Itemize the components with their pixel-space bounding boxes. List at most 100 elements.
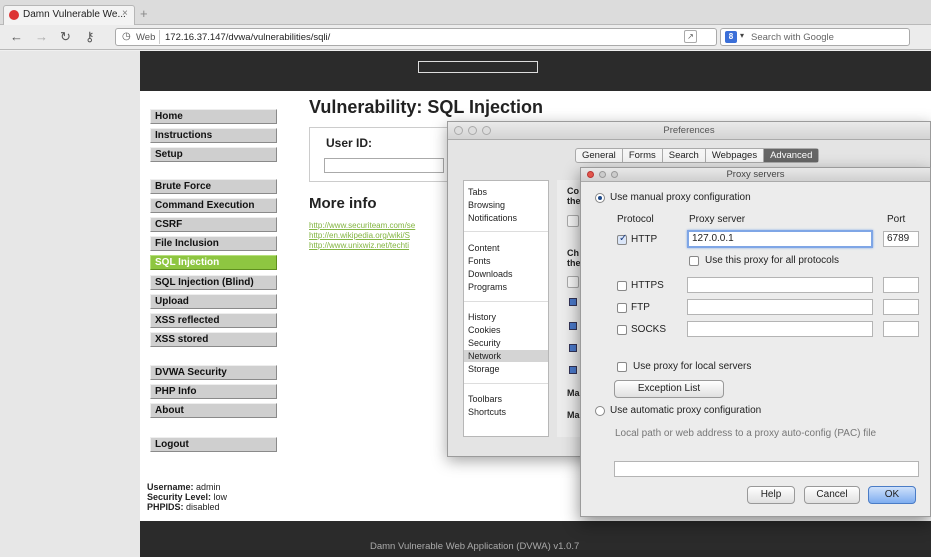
category-divider	[464, 301, 548, 302]
menu-item-instructions[interactable]: Instructions	[150, 128, 277, 143]
settings-button[interactable]	[567, 276, 579, 288]
key-icon[interactable]: ⚷	[85, 29, 95, 45]
menu-item-logout[interactable]: Logout	[150, 437, 277, 452]
ok-button[interactable]: OK	[868, 486, 916, 504]
socks-port-input[interactable]	[883, 321, 919, 337]
chevron-down-icon[interactable]: ▾	[740, 31, 744, 40]
category-security[interactable]: Security	[468, 338, 501, 348]
url-text[interactable]: 172.16.37.147/dvwa/vulnerabilities/sqli/	[165, 32, 330, 43]
http-proxy-server-input[interactable]: 127.0.0.1	[687, 230, 873, 248]
menu-item-sql-injection-blind[interactable]: SQL Injection (Blind)	[150, 275, 277, 290]
search-engine-icon[interactable]: 8	[725, 31, 737, 43]
auto-proxy-radio[interactable]	[595, 406, 605, 416]
socks-checkbox[interactable]	[617, 325, 627, 335]
all-protocols-checkbox[interactable]	[689, 256, 699, 266]
menu-item-csrf[interactable]: CSRF	[150, 217, 277, 232]
pac-url-input[interactable]	[614, 461, 919, 477]
tab-search[interactable]: Search	[663, 149, 706, 162]
menu-item-xss-stored[interactable]: XSS stored	[150, 332, 277, 347]
category-notifications[interactable]: Notifications	[468, 213, 517, 223]
user-id-form: User ID:	[309, 127, 469, 182]
search-placeholder: Search with Google	[751, 32, 834, 43]
info-link-wikipedia[interactable]: http://en.wikipedia.org/wiki/S	[309, 231, 410, 240]
auto-proxy-label: Use automatic proxy configuration	[610, 405, 762, 416]
search-input[interactable]: 8 ▾ Search with Google	[720, 28, 910, 46]
category-content[interactable]: Content	[468, 243, 500, 253]
menu-item-home[interactable]: Home	[150, 109, 277, 124]
menu-item-dvwa-security[interactable]: DVWA Security	[150, 365, 277, 380]
pac-hint-label: Local path or web address to a proxy aut…	[615, 428, 877, 439]
ftp-proxy-server-input[interactable]	[687, 299, 873, 315]
category-fonts[interactable]: Fonts	[468, 256, 491, 266]
preferences-category-list: Tabs Browsing Notifications Content Font…	[463, 180, 549, 437]
forward-arrow-icon[interactable]: →	[35, 29, 48, 44]
tab-general[interactable]: General	[576, 149, 623, 162]
browser-tab[interactable]: Damn Vulnerable We... ×	[3, 5, 135, 25]
dvwa-favicon-icon	[9, 10, 19, 20]
http-port-input[interactable]: 6789	[883, 231, 919, 247]
category-shortcuts[interactable]: Shortcuts	[468, 407, 506, 417]
category-tabs[interactable]: Tabs	[468, 187, 487, 197]
menu-item-file-inclusion[interactable]: File Inclusion	[150, 236, 277, 251]
menu-item-upload[interactable]: Upload	[150, 294, 277, 309]
https-label: HTTPS	[631, 280, 664, 291]
new-tab-icon[interactable]: +	[140, 6, 148, 21]
menu-item-command-execution[interactable]: Command Execution	[150, 198, 277, 213]
menu-item-xss-reflected[interactable]: XSS reflected	[150, 313, 277, 328]
info-link-unixwiz[interactable]: http://www.unixwiz.net/techti	[309, 241, 409, 250]
category-toolbars[interactable]: Toolbars	[468, 394, 502, 404]
settings-text-fragment: the	[567, 258, 581, 268]
user-id-label: User ID:	[326, 136, 373, 150]
http-checkbox[interactable]: ✓	[617, 233, 627, 245]
https-port-input[interactable]	[883, 277, 919, 293]
category-programs[interactable]: Programs	[468, 282, 507, 292]
url-bar[interactable]: ◷ Web 172.16.37.147/dvwa/vulnerabilities…	[115, 28, 717, 46]
category-storage[interactable]: Storage	[468, 364, 500, 374]
category-network[interactable]: Network	[468, 351, 501, 361]
settings-text-fragment: Ma	[567, 410, 580, 420]
socks-proxy-server-input[interactable]	[687, 321, 873, 337]
menu-item-php-info[interactable]: PHP Info	[150, 384, 277, 399]
settings-checkbox[interactable]	[569, 366, 577, 374]
settings-text-fragment: the	[567, 196, 581, 206]
menu-item-setup[interactable]: Setup	[150, 147, 277, 162]
share-icon[interactable]: ↗	[684, 30, 697, 43]
security-level-value: low	[213, 492, 228, 502]
settings-checkbox[interactable]	[569, 322, 577, 330]
port-column-header: Port	[887, 214, 906, 225]
ftp-port-input[interactable]	[883, 299, 919, 315]
exception-list-button[interactable]: Exception List	[614, 380, 724, 398]
https-proxy-server-input[interactable]	[687, 277, 873, 293]
menu-item-brute-force[interactable]: Brute Force	[150, 179, 277, 194]
manual-proxy-radio[interactable]	[595, 193, 605, 203]
local-servers-checkbox[interactable]	[617, 362, 627, 372]
ftp-label: FTP	[631, 302, 650, 313]
settings-checkbox[interactable]	[569, 344, 577, 352]
ftp-checkbox[interactable]	[617, 303, 627, 313]
user-id-input[interactable]	[324, 158, 444, 173]
info-link-securiteam[interactable]: http://www.securiteam.com/se	[309, 221, 415, 230]
category-history[interactable]: History	[468, 312, 496, 322]
help-button[interactable]: Help	[747, 486, 795, 504]
category-downloads[interactable]: Downloads	[468, 269, 513, 279]
https-checkbox[interactable]	[617, 281, 627, 291]
category-browsing[interactable]: Browsing	[468, 200, 505, 210]
proxy-title: Proxy servers	[726, 169, 785, 180]
tab-advanced[interactable]: Advanced	[764, 149, 819, 162]
tab-close-icon[interactable]: ×	[122, 8, 128, 19]
back-arrow-icon[interactable]: ←	[10, 29, 23, 44]
tab-webpages[interactable]: Webpages	[706, 149, 765, 162]
menu-item-sql-injection[interactable]: SQL Injection	[150, 255, 277, 270]
cancel-button[interactable]: Cancel	[804, 486, 860, 504]
category-cookies[interactable]: Cookies	[468, 325, 501, 335]
preferences-title: Preferences	[663, 125, 715, 136]
menu-item-about[interactable]: About	[150, 403, 277, 418]
settings-button[interactable]	[567, 215, 579, 227]
more-info-heading: More info	[309, 195, 377, 212]
settings-checkbox[interactable]	[569, 298, 577, 306]
reload-icon[interactable]: ↻	[60, 29, 71, 45]
category-divider	[464, 383, 548, 384]
tab-forms[interactable]: Forms	[623, 149, 663, 162]
proxy-servers-dialog: Proxy servers Use manual proxy configura…	[580, 167, 931, 517]
dvwa-footer: Damn Vulnerable Web Application (DVWA) v…	[140, 521, 931, 557]
